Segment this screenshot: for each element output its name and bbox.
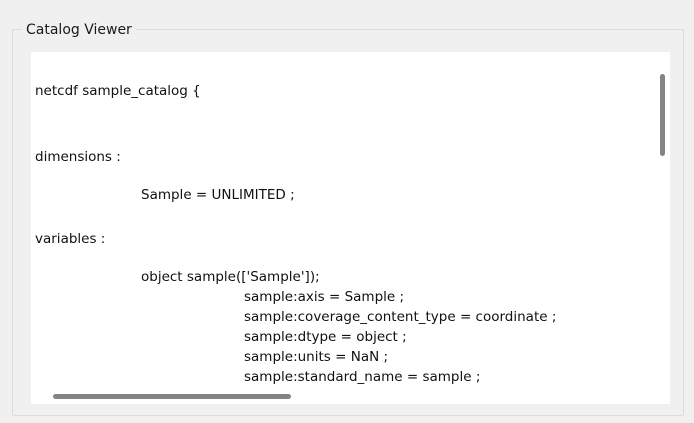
text-line: netcdf sample_catalog {: [35, 83, 201, 99]
text-line: sample:axis = Sample ;: [244, 289, 405, 305]
vertical-scrollbar[interactable]: [653, 52, 670, 386]
text-line: sample:coverage_content_type = coordinat…: [244, 309, 557, 325]
text-line: object sample(['Sample']);: [141, 269, 320, 285]
horizontal-scrollbar[interactable]: [31, 386, 653, 404]
scrollbar-corner: [653, 386, 670, 404]
text-line: variables :: [35, 231, 106, 247]
catalog-text-content[interactable]: netcdf sample_catalog { dimensions : Sam…: [35, 52, 655, 386]
text-line: sample:units = NaN ;: [244, 349, 389, 365]
catalog-text-viewer[interactable]: netcdf sample_catalog { dimensions : Sam…: [31, 52, 670, 404]
text-line: dimensions :: [35, 149, 121, 165]
groupbox-title: Catalog Viewer: [22, 21, 136, 39]
horizontal-scrollbar-thumb[interactable]: [53, 394, 291, 399]
vertical-scrollbar-thumb[interactable]: [660, 74, 665, 156]
text-line: sample:standard_name = sample ;: [244, 369, 481, 385]
text-line: sample:dtype = object ;: [244, 329, 407, 345]
text-line: Sample = UNLIMITED ;: [141, 187, 295, 203]
